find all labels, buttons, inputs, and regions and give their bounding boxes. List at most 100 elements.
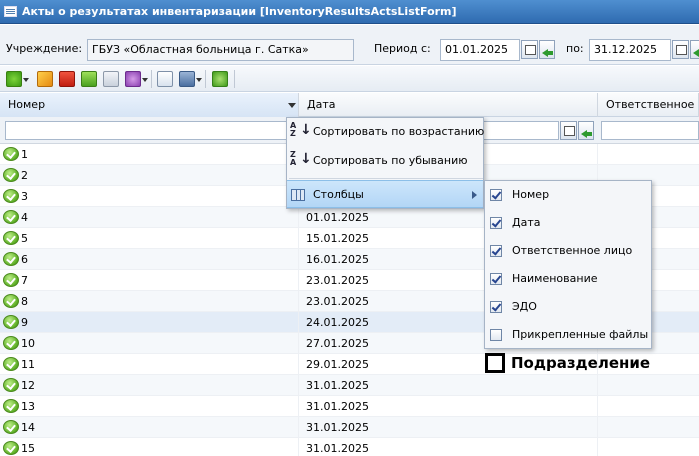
approved-check-icon bbox=[3, 294, 19, 308]
settings-icon[interactable] bbox=[125, 71, 148, 87]
row-number: 3 bbox=[21, 190, 28, 203]
period-to-input[interactable]: 31.12.2025 bbox=[589, 39, 671, 61]
row-number: 10 bbox=[21, 337, 35, 350]
arrow-left-icon[interactable] bbox=[578, 121, 594, 140]
row-number: 8 bbox=[21, 295, 28, 308]
row-date: 23.01.2025 bbox=[306, 274, 369, 287]
row-number: 11 bbox=[21, 358, 35, 371]
approved-check-icon bbox=[3, 252, 19, 266]
columns-menu-item[interactable]: Столбцы bbox=[287, 180, 483, 208]
cell-divider bbox=[597, 417, 598, 438]
checkbox-icon[interactable] bbox=[490, 217, 502, 229]
column-toggle-item[interactable]: ЭДО bbox=[485, 293, 651, 321]
approved-check-icon bbox=[3, 147, 19, 161]
row-number: 14 bbox=[21, 421, 35, 434]
approved-check-icon bbox=[3, 189, 19, 203]
arrow-left-icon[interactable] bbox=[539, 40, 555, 59]
cell-divider bbox=[298, 270, 299, 291]
menu-separator bbox=[289, 178, 483, 179]
row-date: 29.01.2025 bbox=[306, 358, 369, 371]
row-date: 23.01.2025 bbox=[306, 295, 369, 308]
approved-check-icon bbox=[3, 357, 19, 371]
row-number: 7 bbox=[21, 274, 28, 287]
column-toggle-item[interactable]: Дата bbox=[485, 209, 651, 237]
arrow-left-icon[interactable] bbox=[690, 40, 699, 59]
row-date: 24.01.2025 bbox=[306, 316, 369, 329]
calendar-icon[interactable] bbox=[521, 40, 538, 59]
row-number: 6 bbox=[21, 253, 28, 266]
column-toggle-label: Ответственное лицо bbox=[512, 244, 633, 257]
period-from-input[interactable]: 01.01.2025 bbox=[440, 39, 520, 61]
row-number: 15 bbox=[21, 442, 35, 455]
column-header-number[interactable]: Номер bbox=[0, 93, 299, 117]
column-toggle-item[interactable]: Наименование bbox=[485, 265, 651, 293]
list-form-icon bbox=[4, 6, 17, 17]
column-toggle-item[interactable]: Ответственное лицо bbox=[485, 237, 651, 265]
toolbar-separator bbox=[205, 70, 206, 88]
sort-descending-item[interactable]: Z A ↓ Сортировать по убыванию bbox=[287, 147, 483, 175]
cell-divider bbox=[597, 438, 598, 456]
approved-check-icon bbox=[3, 168, 19, 182]
approve-icon[interactable] bbox=[81, 71, 97, 87]
checkbox-icon[interactable] bbox=[490, 189, 502, 201]
row-number: 1 bbox=[21, 148, 28, 161]
cell-divider bbox=[298, 207, 299, 228]
column-toggle-label: Номер bbox=[512, 188, 550, 201]
approved-check-icon bbox=[3, 273, 19, 287]
checkbox-icon[interactable] bbox=[490, 329, 502, 341]
calendar-icon[interactable] bbox=[672, 40, 689, 59]
row-number: 12 bbox=[21, 379, 35, 392]
column-toggle-item[interactable]: Прикрепленные файлы bbox=[485, 321, 651, 349]
checkbox-icon[interactable] bbox=[490, 301, 502, 313]
menu-item-label: Сортировать по возрастанию bbox=[313, 125, 485, 138]
column-toggle-label: Наименование bbox=[512, 272, 598, 285]
subdivision-column-label: Подразделение bbox=[511, 354, 651, 372]
approved-check-icon bbox=[3, 441, 19, 455]
column-header-responsible[interactable]: Ответственное лицо bbox=[598, 93, 699, 117]
column-header-date[interactable]: Дата bbox=[299, 93, 598, 117]
institution-field[interactable]: ГБУЗ «Областная больница г. Сатка» bbox=[87, 39, 354, 61]
period-from-label: Период с: bbox=[374, 42, 431, 55]
cell-divider bbox=[298, 249, 299, 270]
number-filter-input[interactable] bbox=[5, 121, 295, 140]
table-row[interactable]: 13 31.01.2025 bbox=[0, 396, 699, 417]
chart-icon[interactable] bbox=[103, 71, 119, 87]
checkbox-icon[interactable] bbox=[485, 353, 505, 373]
checkbox-icon[interactable] bbox=[490, 273, 502, 285]
refresh-icon[interactable] bbox=[212, 71, 228, 87]
row-date: 31.01.2025 bbox=[306, 442, 369, 455]
approved-check-icon bbox=[3, 399, 19, 413]
columns-icon bbox=[291, 189, 305, 201]
edit-icon[interactable] bbox=[37, 71, 53, 87]
cell-divider bbox=[298, 417, 299, 438]
delete-icon[interactable] bbox=[59, 71, 75, 87]
toolbar bbox=[0, 66, 699, 92]
column-menu-trigger-icon[interactable] bbox=[288, 103, 296, 108]
toolbar-separator bbox=[234, 70, 235, 88]
sort-ascending-icon: A Z ↓ bbox=[290, 121, 312, 138]
row-date: 31.01.2025 bbox=[306, 379, 369, 392]
table-row[interactable]: 14 31.01.2025 bbox=[0, 417, 699, 438]
window-titlebar: Акты о результатах инвентаризации [Inven… bbox=[0, 0, 699, 24]
responsible-filter-input[interactable] bbox=[601, 121, 699, 140]
add-icon[interactable] bbox=[6, 71, 29, 87]
row-number: 4 bbox=[21, 211, 28, 224]
row-number: 5 bbox=[21, 232, 28, 245]
row-date: 31.01.2025 bbox=[306, 421, 369, 434]
menu-item-label: Столбцы bbox=[313, 188, 364, 201]
approved-check-icon bbox=[3, 378, 19, 392]
period-to-label: по: bbox=[566, 42, 584, 55]
cell-divider bbox=[298, 396, 299, 417]
submenu-arrow-icon bbox=[472, 191, 477, 199]
cell-divider bbox=[298, 312, 299, 333]
sort-ascending-item[interactable]: A Z ↓ Сортировать по возрастанию bbox=[287, 118, 485, 146]
checkbox-icon[interactable] bbox=[490, 245, 502, 257]
column-toggle-item[interactable]: Номер bbox=[485, 181, 651, 209]
calendar-icon[interactable] bbox=[560, 121, 577, 140]
table-row[interactable]: 15 31.01.2025 bbox=[0, 438, 699, 456]
export-icon[interactable] bbox=[157, 71, 173, 87]
print-icon[interactable] bbox=[179, 71, 202, 87]
cell-divider bbox=[298, 291, 299, 312]
column-header-label: Номер bbox=[8, 98, 46, 111]
table-row[interactable]: 12 31.01.2025 bbox=[0, 375, 699, 396]
